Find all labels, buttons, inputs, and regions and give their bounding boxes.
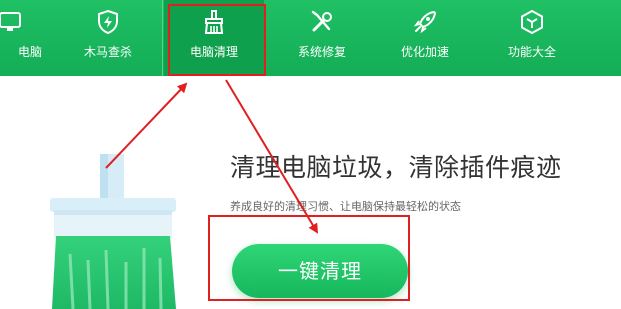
app-window: 电脑 木马查杀 电脑清理 系统修复 优化加速 功能大全 清理电脑垃圾，清除插件痕… xyxy=(0,0,621,309)
nav-item-label: 优化加速 xyxy=(400,45,449,59)
nav-item-trojan-scan[interactable]: 木马查杀 xyxy=(58,0,158,76)
wrench-screwdriver-icon xyxy=(311,10,332,32)
nav-item-label: 电脑 xyxy=(17,45,42,59)
highlight-box-nav-cleanup xyxy=(168,4,266,76)
broom-illustration xyxy=(50,154,176,309)
nav-item-computer[interactable]: 电脑 xyxy=(0,0,60,76)
nav-item-optimize[interactable]: 优化加速 xyxy=(375,0,475,76)
rocket-icon xyxy=(413,10,437,34)
nav-item-label: 功能大全 xyxy=(507,45,556,59)
nav-divider xyxy=(162,0,163,76)
shield-bolt-icon xyxy=(98,9,118,35)
top-navigation-bar: 电脑 木马查杀 电脑清理 系统修复 优化加速 功能大全 xyxy=(0,0,621,76)
cube-icon xyxy=(521,9,543,35)
page-subline: 养成良好的清理习惯、让电脑保持最轻松的状态 xyxy=(230,200,461,213)
nav-item-label: 木马查杀 xyxy=(83,45,132,59)
monitor-icon xyxy=(0,12,21,31)
nav-item-all-features[interactable]: 功能大全 xyxy=(482,0,582,76)
highlight-box-clean-button xyxy=(208,215,410,301)
page-headline: 清理电脑垃圾，清除插件痕迹 xyxy=(230,153,562,182)
nav-item-system-repair[interactable]: 系统修复 xyxy=(272,0,372,76)
nav-item-label: 系统修复 xyxy=(297,45,346,59)
